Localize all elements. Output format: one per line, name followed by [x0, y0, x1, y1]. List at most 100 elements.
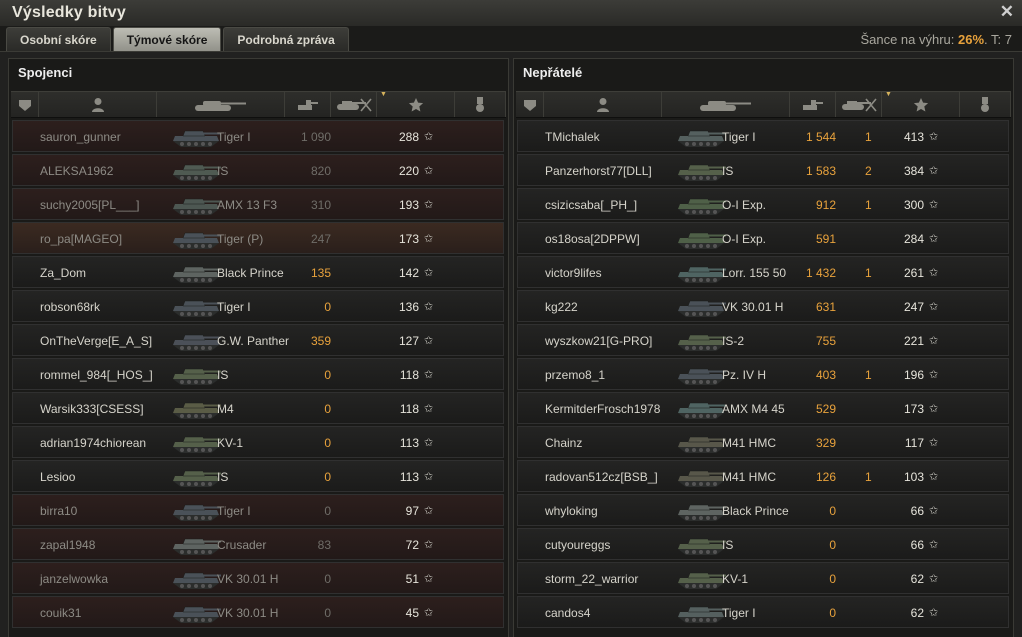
player-row[interactable]: suchy2005[PL___] AMX 13 F3 310 193 ✩ — [12, 188, 504, 220]
damage-value: 0 — [829, 538, 836, 552]
player-row[interactable]: radovan512cz[BSB_] M41 HMC 126 1 103 ✩ — [517, 460, 1009, 492]
tank-icon — [674, 361, 728, 389]
close-icon[interactable]: ✕ — [1000, 2, 1014, 22]
tab-personal-score[interactable]: Osobní skóre — [6, 27, 111, 51]
player-row[interactable]: Za_Dom Black Prince 135 142 ✩ — [12, 256, 504, 288]
vehicle-name: IS-2 — [722, 334, 745, 348]
tank-icon — [698, 98, 754, 112]
player-name: birra10 — [40, 504, 78, 518]
star-icon: ✩ — [929, 267, 939, 279]
enemies-column-player[interactable] — [544, 92, 662, 117]
enemies-column-tier[interactable] — [516, 92, 544, 117]
enemies-column-medal[interactable] — [960, 92, 1011, 117]
player-row[interactable]: os18osa[2DPPW] O-I Exp. 591 284 ✩ — [517, 222, 1009, 254]
player-row[interactable]: wyszkow21[G-PRO] IS-2 755 221 ✩ — [517, 324, 1009, 356]
player-row[interactable]: TMichalek Tiger I 1 544 1 413 ✩ — [517, 120, 1009, 152]
player-name: os18osa[2DPPW] — [545, 232, 640, 246]
player-row[interactable]: robson68rk Tiger I 0 136 ✩ — [12, 290, 504, 322]
allies-column-kills[interactable] — [331, 92, 377, 117]
player-row[interactable]: zapal1948 Crusader 83 72 ✩ — [12, 528, 504, 560]
experience-value: 288 — [398, 130, 419, 144]
player-row[interactable]: couik31 VK 30.01 H 0 45 ✩ — [12, 596, 504, 628]
vehicle-name: Tiger I — [217, 504, 251, 518]
experience-value: 72 — [405, 538, 419, 552]
player-row[interactable]: candos4 Tiger I 0 62 ✩ — [517, 596, 1009, 628]
damage-value: 0 — [829, 606, 836, 620]
star-icon: ✩ — [424, 335, 434, 347]
player-row[interactable]: janzelwowka VK 30.01 H 0 51 ✩ — [12, 562, 504, 594]
tab-team-score[interactable]: Týmové skóre — [112, 27, 222, 51]
experience-value: 221 — [903, 334, 924, 348]
vehicle-name: Black Prince — [217, 266, 284, 280]
vehicle-name: M41 HMC — [722, 470, 777, 484]
tank-icon — [674, 395, 728, 423]
tank-icon — [169, 157, 223, 185]
player-row[interactable]: Lesioo IS 0 113 ✩ — [12, 460, 504, 492]
player-name: TMichalek — [545, 130, 600, 144]
player-row[interactable]: storm_22_warrior KV-1 0 62 ✩ — [517, 562, 1009, 594]
player-row[interactable]: rommel_984[_HOS_] IS 0 118 ✩ — [12, 358, 504, 390]
vehicle-name: O-I Exp. — [722, 232, 767, 246]
player-row[interactable]: przemo8_1 Pz. IV H 403 1 196 ✩ — [517, 358, 1009, 390]
tab-detailed-report[interactable]: Podrobná zpráva — [223, 27, 349, 51]
player-row[interactable]: OnTheVerge[E_A_S] G.W. Panther 359 127 ✩ — [12, 324, 504, 356]
player-name: wyszkow21[G-PRO] — [545, 334, 653, 348]
player-row[interactable]: whyloking Black Prince 0 66 ✩ — [517, 494, 1009, 526]
player-row[interactable]: Warsik333[CSESS] M4 0 118 ✩ — [12, 392, 504, 424]
player-name: Za_Dom — [40, 266, 87, 280]
player-row[interactable]: csizicsaba[_PH_] O-I Exp. 912 1 300 ✩ — [517, 188, 1009, 220]
tank-icon — [674, 463, 728, 491]
player-row[interactable]: sauron_gunner Tiger I 1 090 288 ✩ — [12, 120, 504, 152]
experience-value: 127 — [398, 334, 419, 348]
enemies-column-experience-star[interactable]: ▼ — [882, 91, 960, 117]
player-row[interactable]: Panzerhorst77[DLL] IS 1 583 2 384 ✩ — [517, 154, 1009, 186]
tank-icon — [169, 497, 223, 525]
player-row[interactable]: cutyoureggs IS 0 66 ✩ — [517, 528, 1009, 560]
allies-column-damage[interactable] — [285, 92, 331, 117]
player-row[interactable]: kg222 VK 30.01 H 631 247 ✩ — [517, 290, 1009, 322]
experience-value: 220 — [398, 164, 419, 178]
allies-panel: Spojenci ▼ sauron_gunner Tiger I 1 090 288 ✩… — [8, 58, 509, 637]
player-name: candos4 — [545, 606, 591, 620]
tank-icon — [169, 531, 223, 559]
star-icon: ✩ — [424, 437, 434, 449]
player-row[interactable]: Chainz M41 HMC 329 117 ✩ — [517, 426, 1009, 458]
enemies-column-damage[interactable] — [790, 92, 836, 117]
win-chance-tier: . T: 7 — [984, 32, 1012, 47]
allies-column-tier[interactable] — [11, 92, 39, 117]
damage-value: 83 — [317, 538, 331, 552]
vehicle-name: VK 30.01 H — [722, 300, 784, 314]
tank-icon — [674, 599, 728, 627]
win-chance-label: Šance na výhru: — [860, 32, 955, 47]
player-row[interactable]: adrian1974chiorean KV-1 0 113 ✩ — [12, 426, 504, 458]
enemies-column-tank[interactable] — [662, 92, 790, 117]
allies-column-player[interactable] — [39, 92, 157, 117]
player-row[interactable]: ALEKSA1962 IS 820 220 ✩ — [12, 154, 504, 186]
allies-column-tank[interactable] — [157, 92, 285, 117]
player-row[interactable]: victor9lifes Lorr. 155 50 1 432 1 261 ✩ — [517, 256, 1009, 288]
enemies-column-kills[interactable] — [836, 92, 882, 117]
experience-value: 62 — [910, 606, 924, 620]
player-row[interactable]: ro_pa[MAGEO] Tiger (P) 247 173 ✩ — [12, 222, 504, 254]
player-name: janzelwowka — [40, 572, 109, 586]
tank-icon — [674, 531, 728, 559]
experience-value: 66 — [910, 504, 924, 518]
vehicle-name: IS — [217, 164, 229, 178]
player-row[interactable]: KermitderFrosch1978 AMX M4 45 529 173 ✩ — [517, 392, 1009, 424]
experience-value: 136 — [398, 300, 419, 314]
star-icon: ✩ — [424, 607, 434, 619]
allies-column-experience-star[interactable]: ▼ — [377, 91, 455, 117]
star-icon: ✩ — [929, 233, 939, 245]
allies-column-medal[interactable] — [455, 92, 506, 117]
player-name: ro_pa[MAGEO] — [40, 232, 123, 246]
experience-value: 113 — [399, 436, 419, 450]
player-row[interactable]: birra10 Tiger I 0 97 ✩ — [12, 494, 504, 526]
star-icon: ✩ — [929, 335, 939, 347]
player-name: Lesioo — [40, 470, 76, 484]
tank-icon — [169, 191, 223, 219]
player-name: adrian1974chiorean — [40, 436, 147, 450]
vehicle-name: IS — [722, 538, 734, 552]
star-icon: ✩ — [424, 403, 434, 415]
tank-icon — [674, 123, 728, 151]
enemies-title: Nepřátelé — [523, 65, 583, 80]
